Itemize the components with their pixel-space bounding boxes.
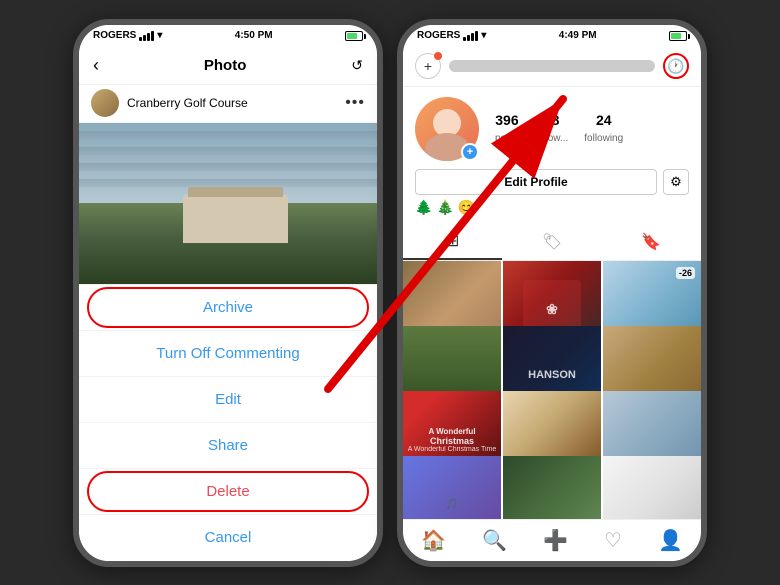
turn-off-commenting-item[interactable]: Turn Off Commenting [79,331,377,377]
grid-cell-10[interactable]: 🎵 [403,456,501,519]
wifi-icon: ▾ [157,30,162,41]
status-left: ROGERS ▾ [93,30,162,41]
tag-tab[interactable]: 🏷 [502,224,601,260]
photo-building [183,195,287,243]
following-label: following [584,133,623,144]
grid-tab[interactable]: ⊞ [403,224,502,260]
following-stat: 24 following [584,112,623,146]
right-status-right [669,31,687,41]
photo-grid: ❀ -26 HANSON A Wonderful Christmas A Won… [403,261,701,519]
right-wifi-icon: ▾ [481,30,486,41]
battery-icon [345,31,363,41]
following-count: 24 [584,112,623,128]
delete-label: Delete [206,483,249,500]
phones-container: ROGERS ▾ 4:50 PM ‹ Photo ↺ [73,19,707,567]
archive-menu-item[interactable]: Archive [79,285,377,331]
followers-count: 48 [535,112,568,128]
avatar-small [91,89,119,117]
carrier-label: ROGERS [93,30,136,41]
search-tab-icon[interactable]: 🔍 [482,528,507,553]
photo-clouds [79,131,377,195]
avatar-wrapper: + [415,97,479,161]
right-status-left: ROGERS ▾ [417,30,486,41]
followers-stat: 48 follow... [535,112,568,146]
profile-top: + 396 posts 48 follow... 24 following [415,97,689,161]
right-carrier-label: ROGERS [417,30,460,41]
emoji-3: 😊 [458,199,475,216]
profile-actions: Edit Profile ⚙ [415,169,689,195]
posts-label: posts [495,133,519,144]
status-right [345,31,363,41]
bottom-tab-bar: 🏠 🔍 ➕ ♡ 👤 [403,519,701,561]
turn-off-commenting-label: Turn Off Commenting [156,345,299,362]
archive-clock-icon: 🕐 [667,58,684,75]
ig-header: + 🕐 [403,47,701,87]
profile-name: Cranberry Golf Course [127,96,337,110]
reload-icon[interactable]: ↺ [351,57,363,74]
battery-fill [347,33,357,39]
emoji-1: 🌲 [415,199,432,216]
right-battery-icon [669,31,687,41]
grid-cell-12[interactable] [603,456,701,519]
ig-logo-bar [449,60,655,72]
archive-clock-button[interactable]: 🕐 [663,53,689,79]
time-label: 4:50 PM [235,30,273,41]
delete-menu-item[interactable]: Delete [79,469,377,515]
signal-bars [139,31,154,41]
emoji-2: 🎄 [436,199,453,216]
plus-story-button[interactable]: + [415,53,441,79]
view-tabs: ⊞ 🏷 🔖 [403,224,701,261]
share-label: Share [208,437,248,454]
left-phone: ROGERS ▾ 4:50 PM ‹ Photo ↺ [73,19,383,567]
edit-profile-button[interactable]: Edit Profile [415,169,657,195]
settings-icon: ⚙ [670,174,682,190]
posts-count: 396 [495,112,519,128]
grid-cell-11[interactable] [503,456,601,519]
add-tab-icon[interactable]: ➕ [543,528,568,553]
bottom-menu: Archive Turn Off Commenting Edit Share D… [79,284,377,561]
posts-stat: 396 posts [495,112,519,146]
cancel-label: Cancel [205,529,252,546]
heart-tab-icon[interactable]: ♡ [604,528,622,553]
back-icon[interactable]: ‹ [93,55,99,76]
bookmark-tab[interactable]: 🔖 [602,224,701,260]
share-menu-item[interactable]: Share [79,423,377,469]
archive-label: Archive [203,299,253,316]
add-story-button[interactable]: + [461,143,479,161]
more-icon[interactable]: ••• [345,94,365,112]
profile-tab-icon[interactable]: 👤 [658,528,683,553]
edit-profile-label: Edit Profile [504,175,567,189]
right-signal-bars [463,31,478,41]
notification-dot [434,52,442,60]
right-time-label: 4:49 PM [559,30,597,41]
right-status-bar: ROGERS ▾ 4:49 PM [403,25,701,47]
settings-button[interactable]: ⚙ [663,169,689,195]
emoji-row: 🌲 🎄 😊 [415,199,689,216]
edit-label: Edit [215,391,241,408]
profile-row: Cranberry Golf Course ••• [79,85,377,123]
cancel-menu-item[interactable]: Cancel [79,515,377,561]
followers-label: follow... [535,133,568,144]
right-phone: ROGERS ▾ 4:49 PM + [397,19,707,567]
nav-title: Photo [204,57,247,74]
right-battery-fill [671,33,681,39]
profile-section: + 396 posts 48 follow... 24 following [403,87,701,224]
home-tab-icon[interactable]: 🏠 [421,528,446,553]
photo-area [79,123,377,284]
stats-row: 396 posts 48 follow... 24 following [495,112,623,146]
left-status-bar: ROGERS ▾ 4:50 PM [79,25,377,47]
edit-menu-item[interactable]: Edit [79,377,377,423]
nav-bar: ‹ Photo ↺ [79,47,377,85]
